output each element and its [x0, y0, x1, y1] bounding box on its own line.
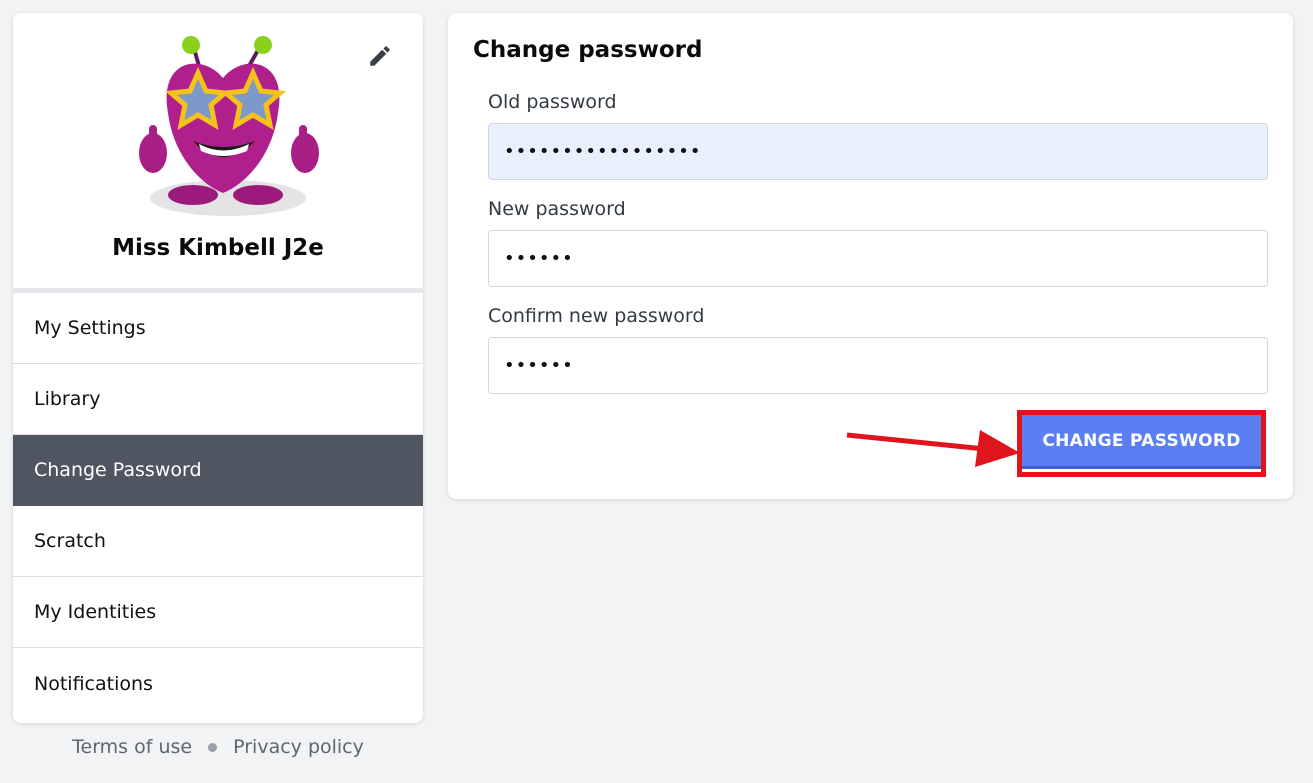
sidebar-item-scratch[interactable]: Scratch: [13, 506, 423, 577]
new-password-label: New password: [488, 198, 626, 220]
confirm-password-field[interactable]: [488, 337, 1268, 394]
page-title: Change password: [473, 37, 703, 63]
sidebar-item-my-identities[interactable]: My Identities: [13, 577, 423, 648]
edit-profile-button[interactable]: [365, 41, 395, 71]
sidebar-item-notifications[interactable]: Notifications: [13, 648, 423, 719]
terms-of-use-link[interactable]: Terms of use: [72, 736, 192, 758]
old-password-field[interactable]: [488, 123, 1268, 180]
sidebar-item-my-settings[interactable]: My Settings: [13, 293, 423, 364]
profile-sidebar: Miss Kimbell J2e My Settings Library Cha…: [13, 13, 423, 723]
annotation-arrow-icon: [846, 430, 1020, 467]
confirm-password-label: Confirm new password: [488, 305, 705, 327]
new-password-field[interactable]: [488, 230, 1268, 287]
pencil-icon: [370, 46, 390, 66]
sidebar-nav: My Settings Library Change Password Scra…: [13, 293, 423, 719]
separator-dot: [208, 742, 218, 752]
change-password-button[interactable]: CHANGE PASSWORD: [1022, 415, 1261, 469]
avatar: [139, 36, 319, 216]
privacy-policy-link[interactable]: Privacy policy: [233, 736, 364, 758]
footer: Terms of use Privacy policy: [13, 736, 423, 758]
profile-name: Miss Kimbell J2e: [112, 235, 324, 261]
profile-card: Miss Kimbell J2e: [13, 13, 423, 293]
sidebar-item-change-password[interactable]: Change Password: [13, 435, 423, 506]
old-password-label: Old password: [488, 91, 617, 113]
sidebar-item-library[interactable]: Library: [13, 364, 423, 435]
